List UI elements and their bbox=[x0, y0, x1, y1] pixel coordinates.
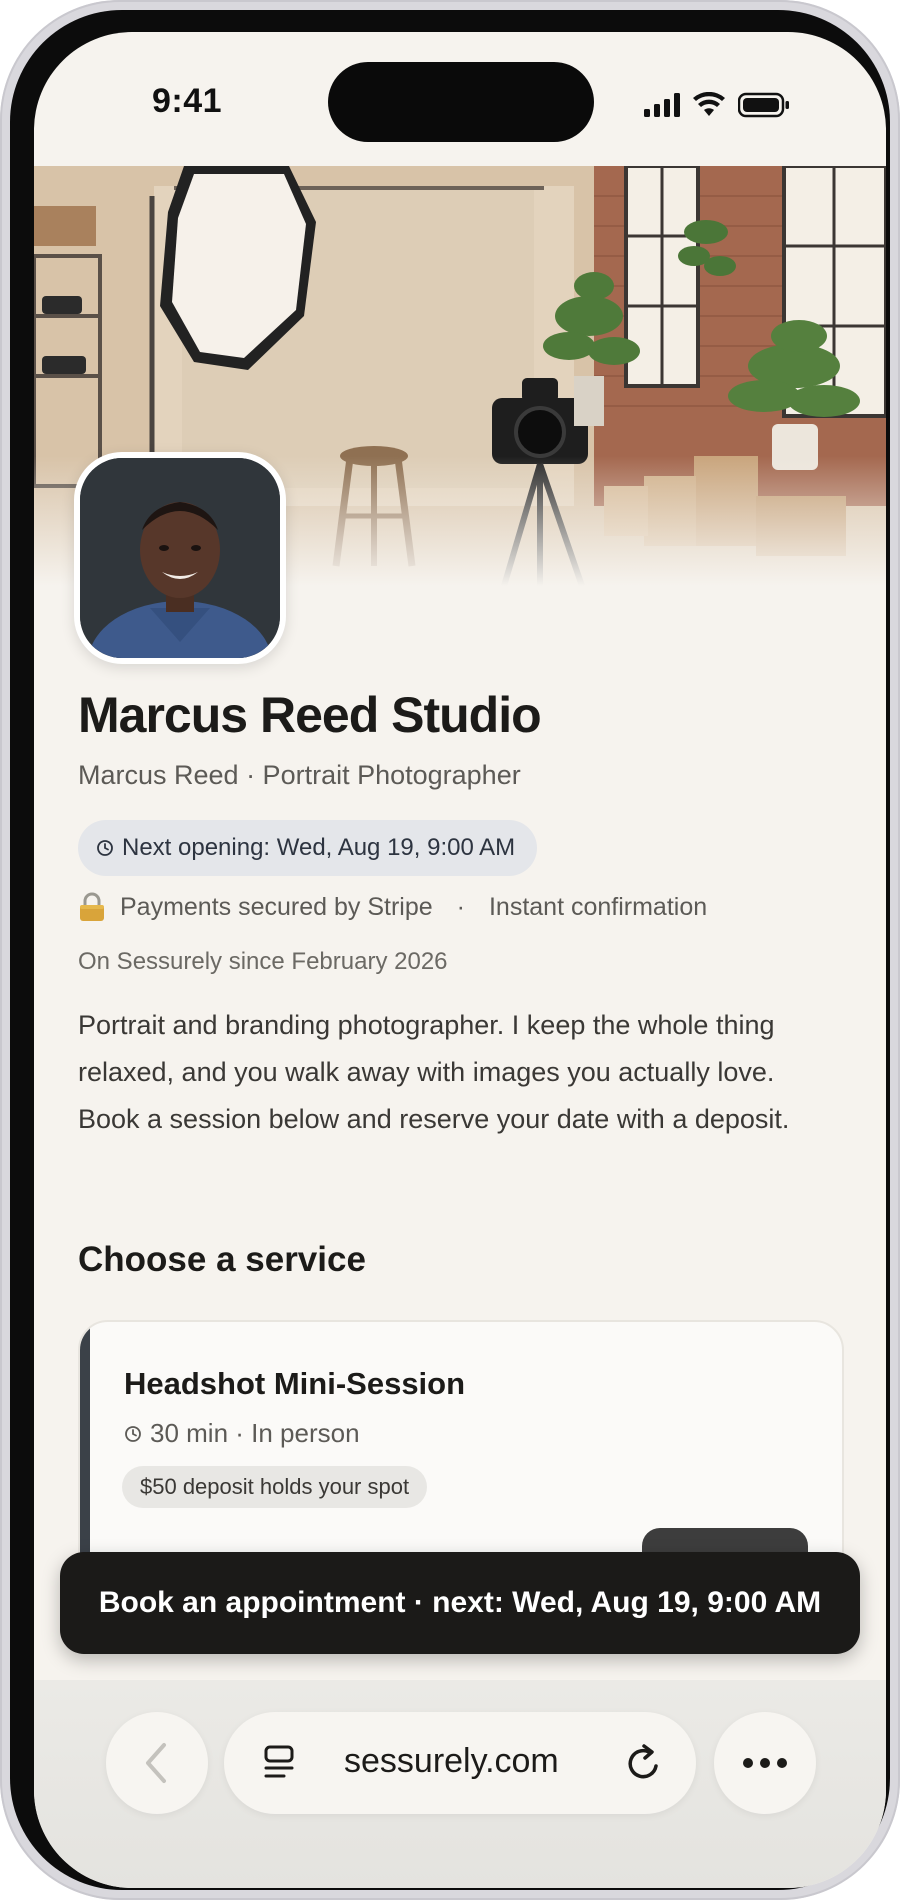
lock-icon bbox=[80, 892, 104, 921]
member-since: On Sessurely since February 2026 bbox=[78, 948, 448, 975]
payments-secured-text: Payments secured by Stripe bbox=[120, 892, 433, 921]
service-meta: 30 min · In person bbox=[124, 1418, 360, 1449]
service-meta-text: 30 min · In person bbox=[150, 1418, 360, 1448]
back-button[interactable] bbox=[106, 1712, 208, 1814]
ellipsis-icon bbox=[743, 1758, 787, 1768]
dot-separator: · bbox=[456, 892, 465, 921]
reload-icon[interactable] bbox=[624, 1742, 664, 1784]
avatar bbox=[74, 452, 286, 664]
wifi-icon bbox=[693, 92, 725, 116]
book-appointment-button[interactable]: Book an appointment · next: Wed, Aug 19,… bbox=[60, 1552, 860, 1654]
phone-bezel: 9:41 Marcus Reed Studio Marcus Reed · Po… bbox=[10, 10, 890, 1890]
page-title: Marcus Reed Studio bbox=[78, 687, 542, 743]
phone-frame: 9:41 Marcus Reed Studio Marcus Reed · Po… bbox=[0, 0, 900, 1900]
deposit-badge: $50 deposit holds your spot bbox=[122, 1466, 428, 1508]
more-options-button[interactable] bbox=[714, 1712, 816, 1814]
service-title: Headshot Mini-Session bbox=[124, 1366, 466, 1401]
clock-icon bbox=[125, 1425, 141, 1442]
next-opening-badge[interactable]: Next opening: Wed, Aug 19, 9:00 AM bbox=[78, 820, 538, 876]
clock-icon bbox=[97, 840, 113, 856]
owner-byline: Marcus Reed · Portrait Photographer bbox=[78, 760, 521, 790]
screen: 9:41 Marcus Reed Studio Marcus Reed · Po… bbox=[34, 32, 886, 1888]
instant-confirmation-text: Instant confirmation bbox=[488, 892, 708, 921]
page-menu-icon[interactable] bbox=[262, 1744, 298, 1782]
services-heading: Choose a service bbox=[78, 1240, 366, 1279]
url-text: sessurely.com bbox=[344, 1742, 559, 1780]
cellular-signal-icon bbox=[644, 93, 680, 117]
battery-icon bbox=[738, 92, 789, 118]
trust-row: Payments secured by Stripe · Instant con… bbox=[78, 892, 707, 922]
bio-text: Portrait and branding photographer. I ke… bbox=[78, 1010, 790, 1134]
portrait-photo bbox=[80, 458, 280, 658]
dynamic-island bbox=[328, 62, 594, 142]
status-time: 9:41 bbox=[152, 82, 223, 120]
chevron-left-icon bbox=[146, 1743, 166, 1783]
next-opening-text: Next opening: Wed, Aug 19, 9:00 AM bbox=[122, 834, 516, 861]
status-icons bbox=[644, 90, 790, 120]
address-bar[interactable]: sessurely.com bbox=[224, 1712, 696, 1814]
